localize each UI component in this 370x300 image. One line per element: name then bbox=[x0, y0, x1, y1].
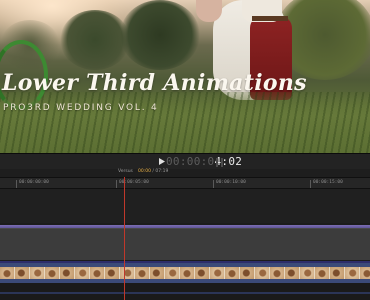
filmstrip-thumbnail bbox=[15, 267, 30, 279]
transport-bar: 00:00:04:02 bbox=[0, 153, 370, 169]
filmstrip-thumbnail bbox=[300, 267, 315, 279]
filmstrip-thumbnail bbox=[105, 267, 120, 279]
groom-belt bbox=[252, 16, 288, 21]
filmstrip-thumbnail bbox=[285, 267, 300, 279]
title-clip[interactable] bbox=[0, 228, 370, 260]
filmstrip-thumbnail bbox=[120, 267, 135, 279]
grass-foreground bbox=[0, 92, 370, 153]
timecode-dim: 00:00:0 bbox=[166, 155, 215, 168]
arm-figure bbox=[196, 0, 222, 22]
filmstrip-thumbnail bbox=[60, 267, 75, 279]
filmstrip-thumbnail bbox=[345, 267, 360, 279]
ruler-label: 00:00:15:00 bbox=[313, 180, 343, 185]
play-icon[interactable] bbox=[159, 158, 165, 165]
duration-readout: 00:00 / 07:19 bbox=[138, 169, 168, 174]
fullscreen-icon[interactable] bbox=[216, 158, 224, 167]
ruler-tick bbox=[310, 180, 311, 188]
filmstrip-thumbnail bbox=[0, 267, 15, 279]
filmstrip-thumbnail bbox=[315, 267, 330, 279]
lower-third-title: Lower Third Animations bbox=[2, 70, 307, 96]
filmstrip-thumbnail bbox=[45, 267, 60, 279]
filmstrip-thumbnail bbox=[225, 267, 240, 279]
filmstrip-thumbnail bbox=[150, 267, 165, 279]
filmstrip-thumbnail bbox=[330, 267, 345, 279]
filmstrip-thumbnail bbox=[195, 267, 210, 279]
duration-current: 00:00 bbox=[138, 169, 151, 174]
filmstrip-thumbnail bbox=[30, 267, 45, 279]
video-viewer[interactable]: Lower Third Animations PRO3RD WEDDING VO… bbox=[0, 0, 370, 153]
filmstrip-thumbnail bbox=[360, 267, 370, 279]
filmstrip-thumbnail bbox=[240, 267, 255, 279]
filmstrip-thumbnail bbox=[180, 267, 195, 279]
filmstrip-thumbnail bbox=[210, 267, 225, 279]
ruler-label: 00:00:10:00 bbox=[216, 180, 246, 185]
filmstrip-thumbnail bbox=[270, 267, 285, 279]
playhead[interactable] bbox=[124, 177, 125, 300]
ruler-tick bbox=[213, 180, 214, 188]
timeline-ruler[interactable]: 00:00:00:00 00:00:05:00 00:00:10:00 00:0… bbox=[0, 177, 370, 189]
filmstrip-thumbnail bbox=[165, 267, 180, 279]
filmstrip-thumbnail bbox=[75, 267, 90, 279]
duration-total: 07:19 bbox=[155, 169, 169, 174]
ruler-tick bbox=[16, 180, 17, 188]
timeline-tracks[interactable] bbox=[0, 189, 370, 300]
project-name: Versus bbox=[118, 169, 133, 174]
timecode-display[interactable]: 00:00:04:02 bbox=[166, 155, 242, 168]
filmstrip-thumbnail bbox=[135, 267, 150, 279]
filmstrip-thumbnail bbox=[90, 267, 105, 279]
background-tree bbox=[120, 0, 200, 70]
lower-third-subtitle: PRO3RD WEDDING VOL. 4 bbox=[3, 103, 159, 113]
video-clip-filmstrip[interactable] bbox=[0, 267, 370, 279]
ruler-label: 00:00:00:00 bbox=[19, 180, 49, 185]
timeline-info-bar: Versus 00:00 / 07:19 bbox=[0, 169, 370, 177]
audio-lane bbox=[0, 292, 370, 294]
filmstrip-thumbnail bbox=[255, 267, 270, 279]
empty-track-area[interactable] bbox=[0, 189, 370, 223]
ruler-tick bbox=[116, 180, 117, 188]
